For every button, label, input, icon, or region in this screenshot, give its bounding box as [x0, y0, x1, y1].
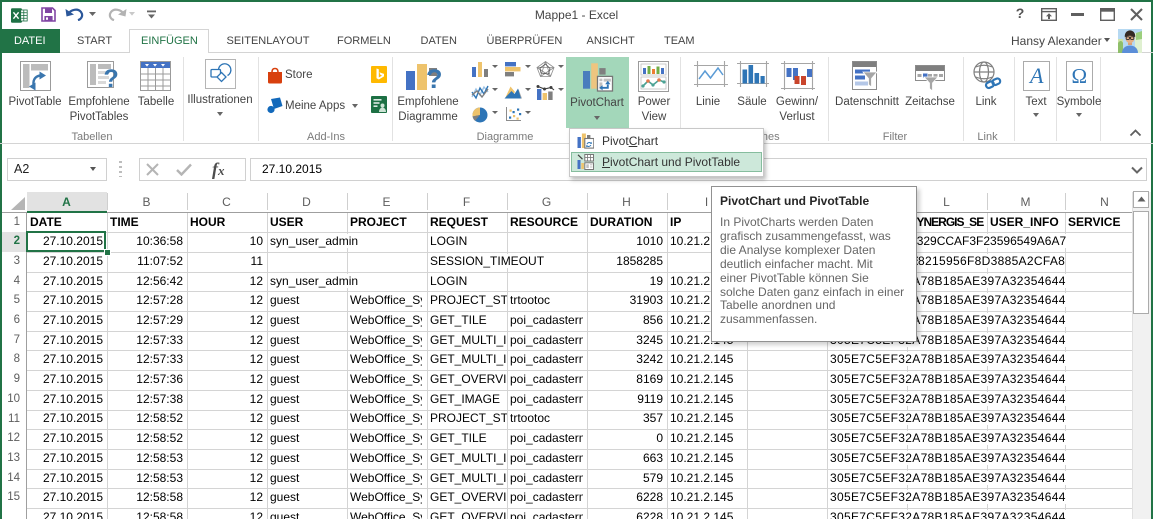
svg-text:?: ?: [104, 65, 119, 91]
svg-text:A: A: [1028, 63, 1044, 88]
svg-text:?: ?: [426, 64, 443, 90]
svg-text:Ω: Ω: [1072, 64, 1088, 88]
